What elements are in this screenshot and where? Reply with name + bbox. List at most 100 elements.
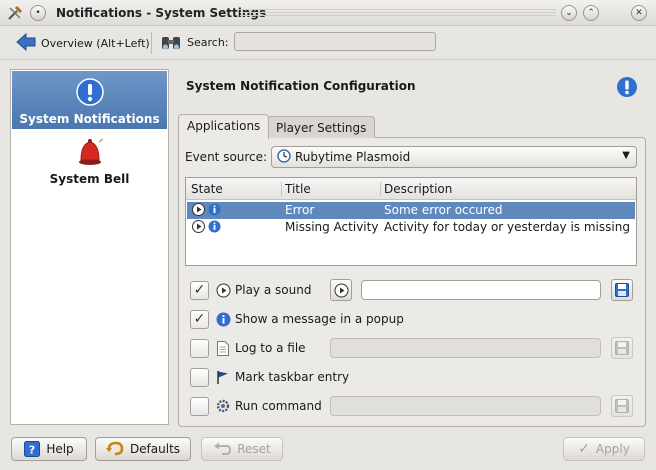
flag-icon	[215, 369, 231, 385]
titlebar-grip	[240, 9, 556, 17]
title-bar: • Notifications - System Settings ⌄ ⌃ ✕	[0, 0, 656, 26]
sidebar-item-system-bell[interactable]: System Bell	[12, 131, 167, 189]
show-popup-label: Show a message in a popup	[235, 312, 404, 326]
table-row[interactable]: Missing Activity Activity for today or y…	[187, 219, 635, 236]
maximize-button[interactable]: ⌃	[582, 4, 600, 22]
reset-button[interactable]: Reset	[201, 437, 283, 461]
log-file-checkbox[interactable]	[190, 338, 209, 358]
checkmark-icon: ✓	[193, 282, 206, 298]
option-show-popup: ✓ Show a message in a popup	[190, 308, 404, 330]
tab-label: Player Settings	[276, 121, 367, 135]
floppy-icon	[615, 283, 629, 297]
close-icon: ✕	[631, 5, 647, 21]
mark-taskbar-label: Mark taskbar entry	[235, 370, 350, 384]
row-state-icons	[192, 203, 221, 216]
tab-player-settings[interactable]: Player Settings	[267, 116, 376, 138]
row-title: Missing Activity	[285, 220, 379, 234]
window-title: Notifications - System Settings	[56, 6, 267, 20]
browse-log-button[interactable]	[611, 337, 633, 359]
run-command-checkbox[interactable]	[190, 396, 209, 416]
search-label: Search:	[187, 36, 229, 49]
menu-button[interactable]: •	[29, 4, 47, 22]
overview-label: Overview (Alt+Left)	[41, 36, 150, 50]
chevron-up-icon: ⌃	[583, 5, 599, 21]
row-description: Some error occured	[384, 203, 503, 217]
checkmark-icon: ✓	[193, 311, 206, 327]
event-source-select[interactable]: Rubytime Plasmoid ▼	[271, 146, 637, 168]
reset-label: Reset	[237, 442, 271, 456]
mark-taskbar-checkbox[interactable]	[190, 367, 209, 387]
option-play-sound: ✓ Play a sound	[190, 279, 311, 301]
toolbar: Overview (Alt+Left) Search:	[0, 26, 656, 60]
info-icon	[208, 220, 221, 233]
play-icon	[192, 203, 205, 216]
page-title: System Notification Configuration	[186, 79, 416, 93]
chevron-down-icon: ⌄	[561, 5, 577, 21]
table-header: State Title Description	[186, 178, 636, 200]
help-icon: ?	[24, 441, 41, 457]
run-command-label: Run command	[235, 399, 322, 413]
help-button[interactable]: ? Help	[11, 437, 87, 461]
gear-icon	[215, 398, 231, 414]
apply-button[interactable]: ✓ Apply	[563, 437, 645, 461]
column-divider	[281, 182, 282, 196]
play-icon	[215, 282, 231, 298]
event-source-value: Rubytime Plasmoid	[295, 150, 411, 164]
minimize-button[interactable]: ⌄	[560, 4, 578, 22]
info-icon	[208, 203, 221, 216]
row-description: Activity for today or yesterday is missi…	[384, 220, 630, 234]
sidebar: System Notifications System Bell	[10, 69, 169, 425]
tab-applications[interactable]: Applications	[178, 114, 270, 139]
info-icon	[215, 311, 231, 327]
log-file-label: Log to a file	[235, 341, 306, 355]
play-sound-checkbox[interactable]: ✓	[190, 280, 209, 300]
browse-command-button[interactable]	[611, 395, 633, 417]
overview-button[interactable]: Overview (Alt+Left)	[16, 31, 150, 55]
tools-icon[interactable]	[6, 4, 24, 22]
undo-arrow-icon	[105, 441, 124, 456]
floppy-icon	[615, 341, 629, 355]
sidebar-item-label: System Notifications	[19, 112, 160, 126]
option-mark-taskbar: Mark taskbar entry	[190, 366, 349, 388]
event-source-label: Event source:	[185, 150, 268, 164]
binoculars-icon	[160, 34, 182, 55]
apply-label: Apply	[595, 442, 630, 456]
svg-text:?: ?	[29, 444, 35, 457]
close-button[interactable]: ✕	[630, 4, 648, 22]
row-state-icons	[192, 220, 221, 233]
column-divider	[380, 182, 381, 196]
column-header-state[interactable]: State	[191, 182, 223, 196]
circle-dot-icon: •	[30, 5, 46, 21]
sidebar-item-system-notifications[interactable]: System Notifications	[12, 71, 167, 129]
sidebar-item-label: System Bell	[49, 172, 130, 186]
table-row[interactable]: Error Some error occured	[187, 202, 635, 219]
run-command-input[interactable]	[330, 396, 601, 416]
chevron-down-icon: ▼	[622, 150, 630, 161]
defaults-label: Defaults	[129, 442, 181, 456]
play-icon	[192, 220, 205, 233]
option-log-file: Log to a file	[190, 337, 306, 359]
browse-sound-button[interactable]	[611, 279, 633, 301]
show-popup-checkbox[interactable]: ✓	[190, 309, 209, 329]
checkmark-icon: ✓	[578, 441, 590, 457]
preview-sound-button[interactable]	[330, 279, 352, 301]
log-file-input[interactable]	[330, 338, 601, 358]
back-arrow-icon	[16, 32, 36, 54]
events-table: State Title Description Error Some error…	[185, 177, 637, 266]
undo-icon	[214, 442, 232, 455]
clock-icon	[277, 148, 291, 166]
document-icon	[215, 340, 231, 356]
search-input[interactable]	[234, 32, 436, 51]
column-header-title[interactable]: Title	[285, 182, 311, 196]
floppy-icon	[615, 399, 629, 413]
info-icon	[75, 78, 104, 109]
defaults-button[interactable]: Defaults	[95, 437, 191, 461]
row-title: Error	[285, 203, 315, 217]
play-icon	[334, 283, 348, 297]
column-header-description[interactable]: Description	[384, 182, 452, 196]
info-icon	[616, 76, 638, 101]
tab-label: Applications	[187, 119, 261, 133]
sound-file-input[interactable]	[361, 280, 601, 300]
help-label: Help	[46, 442, 74, 456]
toolbar-separator	[151, 32, 152, 54]
